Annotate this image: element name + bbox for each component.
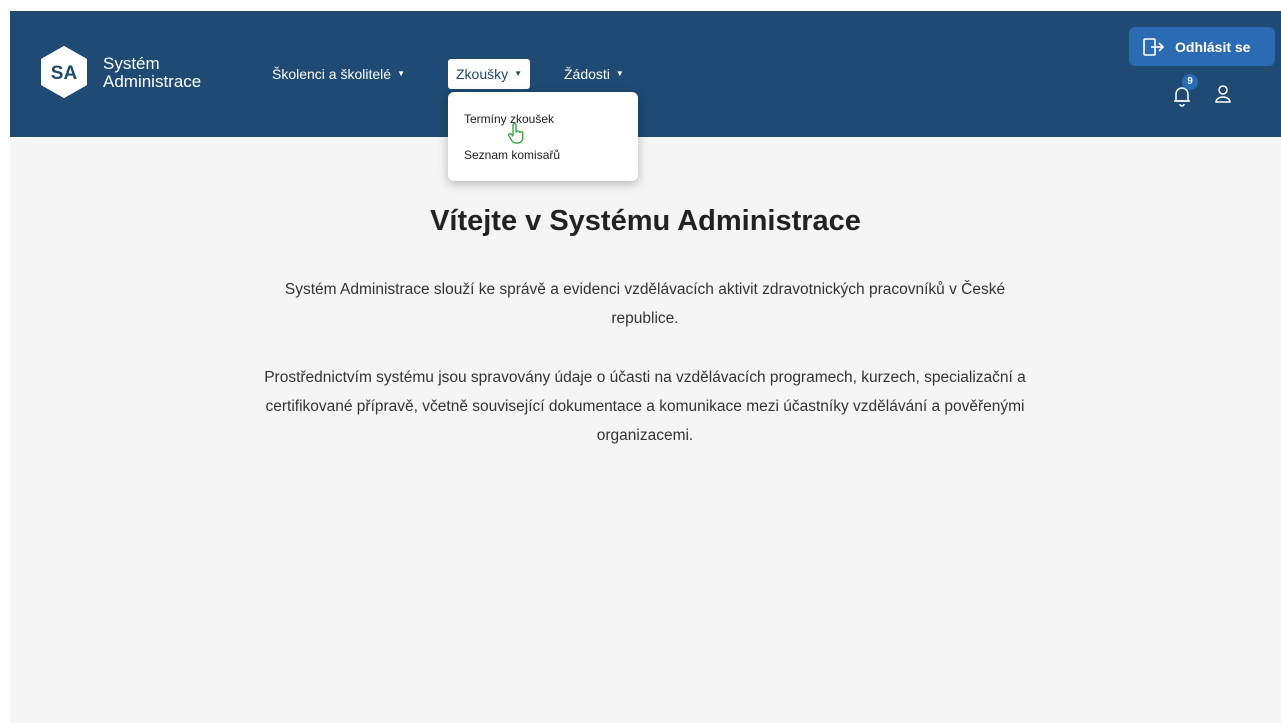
nav-zkousky[interactable]: Zkoušky ▼: [448, 59, 531, 89]
zkousky-dropdown-menu: Termíny zkoušek Seznam komisařů: [448, 92, 638, 181]
notification-count-badge: 9: [1182, 74, 1198, 90]
nav-item-label: Školenci a školitelé: [272, 66, 392, 82]
page-title: Vítejte v Systému Administrace: [430, 205, 861, 237]
description-paragraph: Prostřednictvím systému jsou spravovány …: [264, 369, 1026, 444]
brand-line1: Systém: [103, 54, 160, 73]
logout-icon: [1143, 37, 1165, 56]
brand-line2: Administrace: [103, 72, 202, 91]
logout-button[interactable]: Odhlásit se: [1129, 27, 1275, 66]
hand-pointer-cursor-icon: [507, 122, 527, 145]
nav-zadosti[interactable]: Žádosti ▼: [564, 59, 624, 89]
user-icon[interactable]: [1213, 83, 1233, 105]
app-frame: SA Systém Administrace Školenci a školit…: [10, 11, 1281, 723]
intro-paragraph: Systém Administrace slouží ke správě a e…: [284, 281, 1006, 327]
menu-item-seznam-komisaru[interactable]: Seznam komisařů: [464, 148, 560, 162]
brand-name[interactable]: Systém Administrace: [103, 55, 201, 91]
caret-down-icon: ▼: [514, 69, 523, 78]
logo-text: SA: [51, 63, 78, 84]
caret-down-icon: ▼: [615, 69, 624, 78]
caret-down-icon: ▼: [397, 69, 405, 78]
logo[interactable]: SA: [41, 46, 87, 98]
logout-label: Odhlásit se: [1175, 38, 1251, 55]
nav-item-label: Žádosti: [564, 66, 610, 82]
nav-skolenci-skolitele[interactable]: Školenci a školitelé ▼: [272, 59, 405, 89]
nav-item-label: Zkoušky: [456, 66, 509, 82]
top-navbar: SA Systém Administrace Školenci a školit…: [10, 11, 1281, 137]
